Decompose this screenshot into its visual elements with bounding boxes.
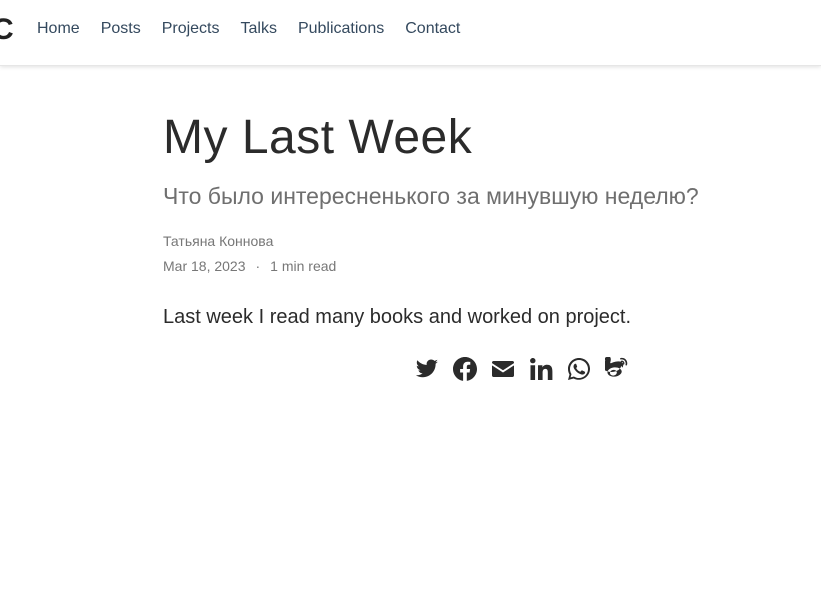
page-subtitle: Что было интересненького за минувшую нед… — [163, 183, 699, 209]
author-name[interactable]: Татьяна Коннова — [163, 232, 763, 250]
nav-contact[interactable]: Contact — [405, 19, 460, 39]
article-summary: Last week I read many books and worked o… — [163, 306, 632, 328]
nav-home[interactable]: Home — [37, 19, 80, 39]
weibo-icon[interactable] — [602, 356, 629, 381]
nav-posts[interactable]: Posts — [101, 19, 141, 39]
article-meta: Mar 18, 2023 · 1 min read — [163, 257, 763, 275]
article-date: Mar 18, 2023 — [163, 258, 246, 274]
reading-time: 1 min read — [270, 258, 337, 274]
share-buttons — [415, 356, 643, 381]
nav-talks[interactable]: Talks — [241, 19, 277, 39]
navbar: C Home Posts Projects Talks Publications… — [0, 0, 821, 66]
nav-projects[interactable]: Projects — [162, 19, 220, 39]
twitter-icon[interactable] — [415, 357, 439, 381]
nav-publications[interactable]: Publications — [298, 19, 384, 39]
linkedin-icon[interactable] — [529, 357, 553, 381]
post-header: My Last Week Что было интересненького за… — [163, 110, 763, 329]
site-brand[interactable]: C — [0, 12, 14, 48]
meta-separator: · — [255, 258, 261, 274]
facebook-icon[interactable] — [453, 357, 477, 381]
envelope-icon[interactable] — [491, 357, 515, 381]
page-title: My Last Week — [163, 111, 473, 164]
nav-links: Home Posts Projects Talks Publications C… — [37, 19, 481, 39]
whatsapp-icon[interactable] — [567, 357, 591, 381]
